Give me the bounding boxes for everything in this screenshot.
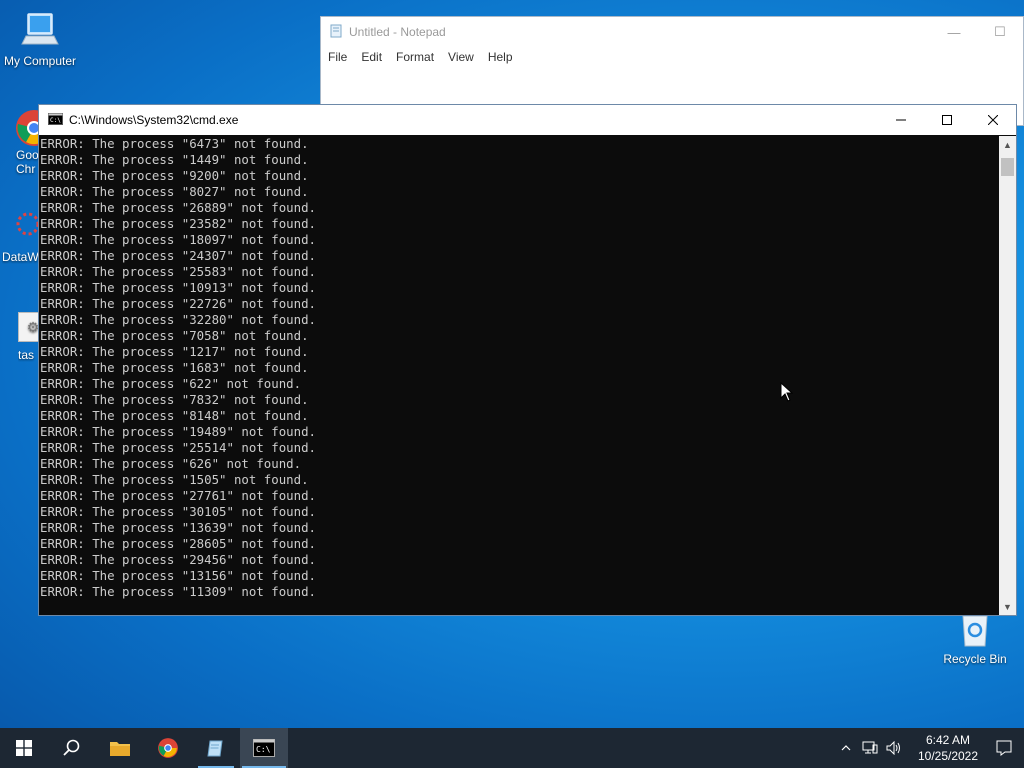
- console-line: ERROR: The process "8148" not found.: [40, 408, 309, 423]
- desktop-icon-my-computer[interactable]: My Computer: [0, 10, 80, 68]
- desktop-icon-label: Goo Chr: [16, 148, 39, 176]
- computer-icon: [20, 10, 60, 50]
- file-explorer-icon: [110, 742, 130, 756]
- desktop-icon-recycle-bin[interactable]: Recycle Bin: [935, 612, 1015, 666]
- notification-icon: [996, 740, 1012, 756]
- console-line: ERROR: The process "24307" not found.: [40, 248, 317, 263]
- task-icon: ⚙: [18, 312, 40, 342]
- volume-button[interactable]: [882, 728, 906, 768]
- maximize-icon: [942, 115, 952, 125]
- cmd-icon: C:\: [253, 739, 275, 757]
- console-line: ERROR: The process "9200" not found.: [40, 168, 309, 183]
- cmd-icon: C:\: [48, 112, 63, 128]
- taskbar: C:\ 6:42 AM 10/25/2022: [0, 728, 1024, 768]
- start-button[interactable]: [0, 728, 48, 768]
- notepad-menubar: File Edit Format View Help: [321, 47, 1023, 67]
- system-tray: 6:42 AM 10/25/2022: [834, 728, 1024, 768]
- scroll-down-button[interactable]: ▼: [999, 598, 1016, 615]
- console-line: ERROR: The process "19489" not found.: [40, 424, 317, 439]
- console-line: ERROR: The process "13639" not found.: [40, 520, 317, 535]
- console-line: ERROR: The process "22726" not found.: [40, 296, 317, 311]
- desktop-icon-task[interactable]: ⚙ tas: [18, 312, 40, 362]
- menu-file[interactable]: File: [328, 50, 347, 64]
- console-line: ERROR: The process "622" not found.: [40, 376, 302, 391]
- desktop-icon-label: tas: [18, 348, 35, 362]
- start-icon: [16, 740, 32, 756]
- menu-format[interactable]: Format: [396, 50, 434, 64]
- menu-view[interactable]: View: [448, 50, 474, 64]
- recycle-bin-icon: [957, 612, 993, 648]
- console-line: ERROR: The process "1449" not found.: [40, 152, 309, 167]
- console-line: ERROR: The process "23582" not found.: [40, 216, 317, 231]
- notepad-title: Untitled - Notepad: [349, 25, 446, 39]
- desktop-icon-label: My Computer: [3, 54, 77, 68]
- taskbar-chrome[interactable]: [144, 728, 192, 768]
- console-line: ERROR: The process "25583" not found.: [40, 264, 317, 279]
- console-line: ERROR: The process "7058" not found.: [40, 328, 309, 343]
- scrollbar-thumb[interactable]: [1001, 158, 1014, 176]
- taskbar-cmd[interactable]: C:\: [240, 728, 288, 768]
- close-button[interactable]: [970, 105, 1016, 135]
- maximize-button[interactable]: ☐: [977, 17, 1023, 47]
- maximize-button[interactable]: [924, 105, 970, 135]
- desktop-icon-datawrapper[interactable]: DataW: [2, 210, 42, 264]
- search-button[interactable]: [48, 728, 96, 768]
- minimize-button[interactable]: —: [931, 17, 977, 47]
- console-line: ERROR: The process "626" not found.: [40, 456, 302, 471]
- cmd-title: C:\Windows\System32\cmd.exe: [69, 113, 239, 127]
- chrome-icon: [158, 738, 178, 758]
- console-line: ERROR: The process "32280" not found.: [40, 312, 317, 327]
- console-line: ERROR: The process "26889" not found.: [40, 200, 317, 215]
- network-button[interactable]: [858, 728, 882, 768]
- console-line: ERROR: The process "25514" not found.: [40, 440, 317, 455]
- menu-help[interactable]: Help: [488, 50, 513, 64]
- notifications-button[interactable]: [984, 728, 1024, 768]
- close-icon: [988, 115, 998, 125]
- clock-date: 10/25/2022: [917, 749, 979, 763]
- console-line: ERROR: The process "1217" not found.: [40, 344, 309, 359]
- mouse-cursor-icon: [780, 381, 794, 407]
- console-line: ERROR: The process "13156" not found.: [40, 568, 317, 583]
- scroll-up-button[interactable]: ▲: [999, 136, 1016, 153]
- notepad-icon: [329, 24, 343, 41]
- vertical-scrollbar[interactable]: ▲ ▼: [999, 136, 1016, 615]
- minimize-button[interactable]: [878, 105, 924, 135]
- chrome-icon: [14, 108, 40, 148]
- network-icon: [862, 741, 878, 754]
- console-line: ERROR: The process "27761" not found.: [40, 488, 317, 503]
- console-line: ERROR: The process "7832" not found.: [40, 392, 309, 407]
- clock-time: 6:42 AM: [925, 733, 971, 747]
- menu-edit[interactable]: Edit: [361, 50, 382, 64]
- console-output[interactable]: ERROR: The process "6473" not found. ERRO…: [39, 136, 999, 615]
- console-line: ERROR: The process "1683" not found.: [40, 360, 309, 375]
- console-line: ERROR: The process "8027" not found.: [40, 184, 309, 199]
- search-icon: [63, 739, 80, 756]
- clock[interactable]: 6:42 AM 10/25/2022: [912, 732, 984, 764]
- taskbar-notepad[interactable]: [192, 728, 240, 768]
- show-hidden-icons-button[interactable]: [834, 728, 858, 768]
- console-line: ERROR: The process "11309" not found.: [40, 584, 317, 599]
- chevron-up-icon: [841, 745, 851, 751]
- console-line: ERROR: The process "30105" not found.: [40, 504, 317, 519]
- svg-text:C:\: C:\: [256, 745, 271, 754]
- console-line: ERROR: The process "18097" not found.: [40, 232, 317, 247]
- desktop-icon-label: Recycle Bin: [943, 652, 1007, 666]
- desktop-icon-label: DataW: [2, 250, 39, 264]
- desktop-icon-chrome[interactable]: Goo Chr: [0, 108, 40, 176]
- notepad-icon: [207, 740, 223, 757]
- console-line: ERROR: The process "6473" not found.: [40, 136, 309, 151]
- console-line: ERROR: The process "1505" not found.: [40, 472, 309, 487]
- taskbar-file-explorer[interactable]: [96, 728, 144, 768]
- svg-text:C:\: C:\: [50, 117, 61, 124]
- console-line: ERROR: The process "28605" not found.: [40, 536, 317, 551]
- console-line: ERROR: The process "10913" not found.: [40, 280, 317, 295]
- cmd-titlebar[interactable]: C:\ C:\Windows\System32\cmd.exe: [39, 105, 1016, 135]
- volume-icon: [886, 741, 900, 755]
- minimize-icon: [896, 119, 906, 121]
- console-line: ERROR: The process "29456" not found.: [40, 552, 317, 567]
- notepad-titlebar[interactable]: Untitled - Notepad: [321, 17, 1023, 47]
- cmd-window[interactable]: C:\ C:\Windows\System32\cmd.exe ERROR: T…: [38, 104, 1017, 616]
